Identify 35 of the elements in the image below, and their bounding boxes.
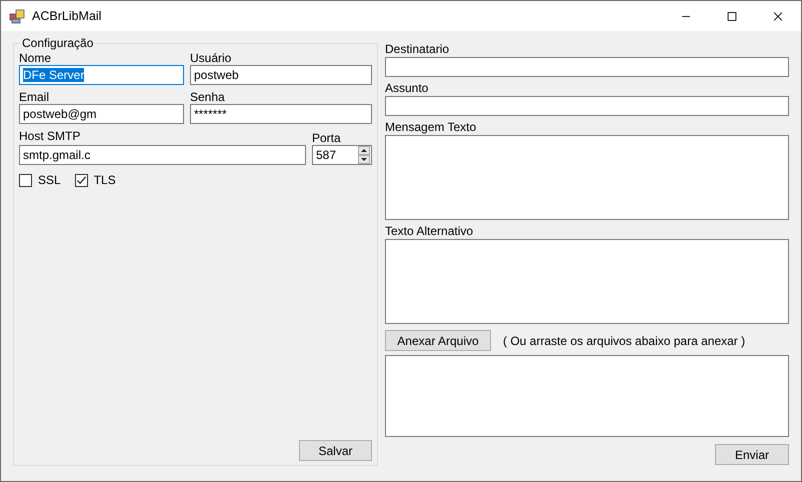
- field-label: Host SMTP: [19, 129, 82, 145]
- input-field[interactable]: postweb: [190, 65, 372, 85]
- input-field[interactable]: [385, 96, 789, 116]
- close-icon[interactable]: [771, 10, 785, 22]
- input-field[interactable]: DFe Server: [19, 65, 184, 85]
- checkbox[interactable]: [19, 174, 32, 186]
- field-label: Porta: [312, 131, 342, 145]
- field-label: Usuário: [190, 51, 232, 65]
- input-field[interactable]: [385, 57, 789, 77]
- maximize-icon[interactable]: [725, 10, 739, 22]
- field-label: Destinatario: [385, 42, 450, 57]
- window-title: ACBrLibMail: [32, 9, 102, 23]
- attach-button[interactable]: Anexar Arquivo: [385, 330, 491, 351]
- attach-hint: ( Ou arraste os arquivos abaixo para anexar ): [503, 334, 746, 348]
- field-label: Texto Alternativo: [385, 224, 474, 239]
- checkbox-label: TLS: [94, 173, 116, 187]
- field-label: Nome: [19, 51, 52, 65]
- input-field[interactable]: postweb@gm: [19, 104, 184, 124]
- spin-arrows-icon[interactable]: [358, 146, 370, 164]
- field-label: Email: [19, 90, 50, 104]
- group-title: Configuração: [20, 36, 96, 50]
- text-area[interactable]: [385, 239, 789, 324]
- attachment-list[interactable]: [385, 355, 789, 437]
- text-area[interactable]: [385, 135, 789, 220]
- number-field[interactable]: 587: [312, 145, 372, 165]
- app-icon: [9, 8, 25, 24]
- field-label: Mensagem Texto: [385, 120, 478, 135]
- input-field[interactable]: *******: [190, 104, 372, 124]
- checkbox-label: SSL: [38, 173, 61, 187]
- checkbox[interactable]: [74, 174, 88, 186]
- field-label: Senha: [190, 90, 226, 104]
- field-label: Assunto: [385, 81, 430, 96]
- save-button[interactable]: Salvar: [299, 440, 372, 461]
- send-button[interactable]: Enviar: [715, 444, 789, 465]
- input-field[interactable]: smtp.gmail.c: [19, 145, 306, 165]
